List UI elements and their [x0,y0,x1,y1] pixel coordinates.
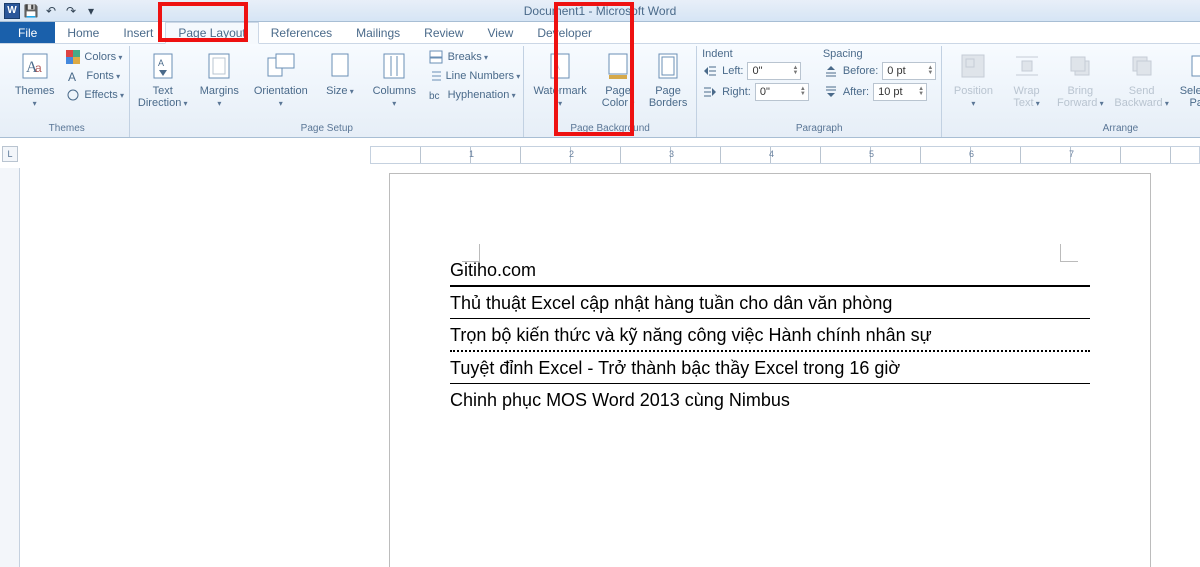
svg-text:A: A [68,70,76,83]
hyphenation-icon: bc [428,87,444,103]
watermark-button[interactable]: A Watermark [529,48,591,111]
group-paragraph: Indent Left: 0"▲▼ Right: 0"▲▼ Spacing Be… [697,46,942,137]
tab-home[interactable]: Home [55,22,111,43]
redo-icon[interactable]: ↷ [62,2,80,20]
margin-corner-icon [462,244,480,262]
ribbon-tabs: File Home Insert Page Layout References … [0,22,1200,44]
margins-button[interactable]: Margins [194,48,245,111]
page-color-button[interactable]: Page Color [595,48,641,111]
colors-icon [66,49,80,65]
send-backward-icon [1126,50,1158,82]
horizontal-ruler[interactable]: 1 2 3 4 5 6 7 [370,146,1200,164]
group-label-arrange: Arrange [947,121,1200,137]
tab-view[interactable]: View [476,22,526,43]
text-direction-button[interactable]: A Text Direction [135,48,190,111]
doc-line-1[interactable]: Gitiho.com [450,254,1090,287]
titlebar: W 💾 ↶ ↷ ▾ Document1 - Microsoft Word [0,0,1200,22]
page[interactable]: Gitiho.com Thủ thuật Excel cập nhật hàng… [390,174,1150,567]
size-icon [324,50,356,82]
columns-button[interactable]: Columns [367,48,422,111]
undo-icon[interactable]: ↶ [42,2,60,20]
breaks-button[interactable]: Breaks [426,48,519,66]
size-button[interactable]: Size [317,48,363,99]
svg-text:A: A [158,58,164,68]
window-title: Document1 - Microsoft Word [0,4,1200,18]
fonts-button[interactable]: A Fonts [64,67,124,85]
doc-line-5[interactable]: Chinh phục MOS Word 2013 cùng Nimbus [450,384,1090,415]
themes-icon: Aa [19,50,51,82]
save-icon[interactable]: 💾 [22,2,40,20]
document-area: L 1 2 3 4 5 6 7 Gitiho.com Thủ thuật Exc… [0,138,1200,567]
spacing-before-input[interactable]: 0 pt▲▼ [882,62,936,80]
margins-icon [203,50,235,82]
tab-references[interactable]: References [259,22,344,43]
wrap-text-button: Wrap Text [1004,48,1050,111]
orientation-button[interactable]: Orientation [249,48,313,111]
tab-mailings[interactable]: Mailings [344,22,412,43]
bring-forward-button: Bring Forward [1054,48,1107,111]
indent-left-input[interactable]: 0"▲▼ [747,62,801,80]
orientation-icon [265,50,297,82]
page-borders-icon [652,50,684,82]
effects-button[interactable]: Effects [64,86,124,104]
send-backward-button: Send Backward [1111,48,1172,111]
bring-forward-icon [1064,50,1096,82]
hyphenation-button[interactable]: bc Hyphenation [426,86,519,104]
doc-line-3[interactable]: Trọn bộ kiến thức và kỹ năng công việc H… [450,319,1090,352]
spacing-after-icon [823,84,839,100]
group-themes: Aa Themes Colors A Fonts Effects Them [4,46,130,137]
tab-insert[interactable]: Insert [111,22,165,43]
tab-page-layout[interactable]: Page Layout [165,22,258,44]
selection-pane-icon [1186,50,1200,82]
spinner-icon: ▲▼ [793,66,799,76]
doc-line-4[interactable]: Tuyệt đỉnh Excel - Trở thành bậc thầy Ex… [450,352,1090,384]
spinner-icon: ▲▼ [800,87,806,97]
breaks-icon [428,49,444,65]
group-arrange: Position Wrap Text Bring Forward Send Ba… [942,46,1200,137]
qat-customize-icon[interactable]: ▾ [82,2,100,20]
word-app-icon: W [4,3,20,19]
tab-developer[interactable]: Developer [525,22,604,43]
tab-file[interactable]: File [0,22,55,43]
indent-right-input[interactable]: 0"▲▼ [755,83,809,101]
ribbon: Aa Themes Colors A Fonts Effects Them [0,44,1200,138]
svg-text:bc: bc [429,91,440,102]
doc-line-2[interactable]: Thủ thuật Excel cập nhật hàng tuần cho d… [450,287,1090,319]
group-page-setup: A Text Direction Margins Orientation Siz… [130,46,524,137]
svg-text:a: a [35,61,42,75]
line-numbers-button[interactable]: Line Numbers [426,67,519,85]
indent-label: Indent [702,48,809,60]
spacing-before-icon [823,63,839,79]
indent-left-icon [702,63,718,79]
group-label-page-background: Page Background [529,121,691,137]
text-direction-icon: A [147,50,179,82]
vertical-ruler[interactable] [0,168,20,567]
group-label-themes: Themes [9,121,124,137]
tab-review[interactable]: Review [412,22,475,43]
status-indicator[interactable]: L [2,146,18,162]
themes-button[interactable]: Aa Themes [9,48,60,111]
spacing-label: Spacing [823,48,936,60]
columns-icon [378,50,410,82]
group-page-background: A Watermark Page Color Page Borders Page… [524,46,697,137]
indent-right-icon [702,84,718,100]
colors-button[interactable]: Colors [64,48,124,66]
watermark-icon: A [544,50,576,82]
group-label-paragraph: Paragraph [702,121,936,137]
selection-pane-button[interactable]: Selection Pane [1176,48,1200,111]
spinner-icon: ▲▼ [918,87,924,97]
fonts-icon: A [66,68,82,84]
spinner-icon: ▲▼ [927,66,933,76]
wrap-text-icon [1011,50,1043,82]
effects-icon [66,87,80,103]
page-color-icon [602,50,634,82]
line-numbers-icon [428,68,442,84]
position-icon [957,50,989,82]
page-borders-button[interactable]: Page Borders [645,48,691,111]
position-button: Position [947,48,999,111]
group-label-page-setup: Page Setup [135,121,518,137]
margin-corner-icon [1060,244,1078,262]
svg-text:A: A [554,62,560,72]
spacing-after-input[interactable]: 10 pt▲▼ [873,83,927,101]
